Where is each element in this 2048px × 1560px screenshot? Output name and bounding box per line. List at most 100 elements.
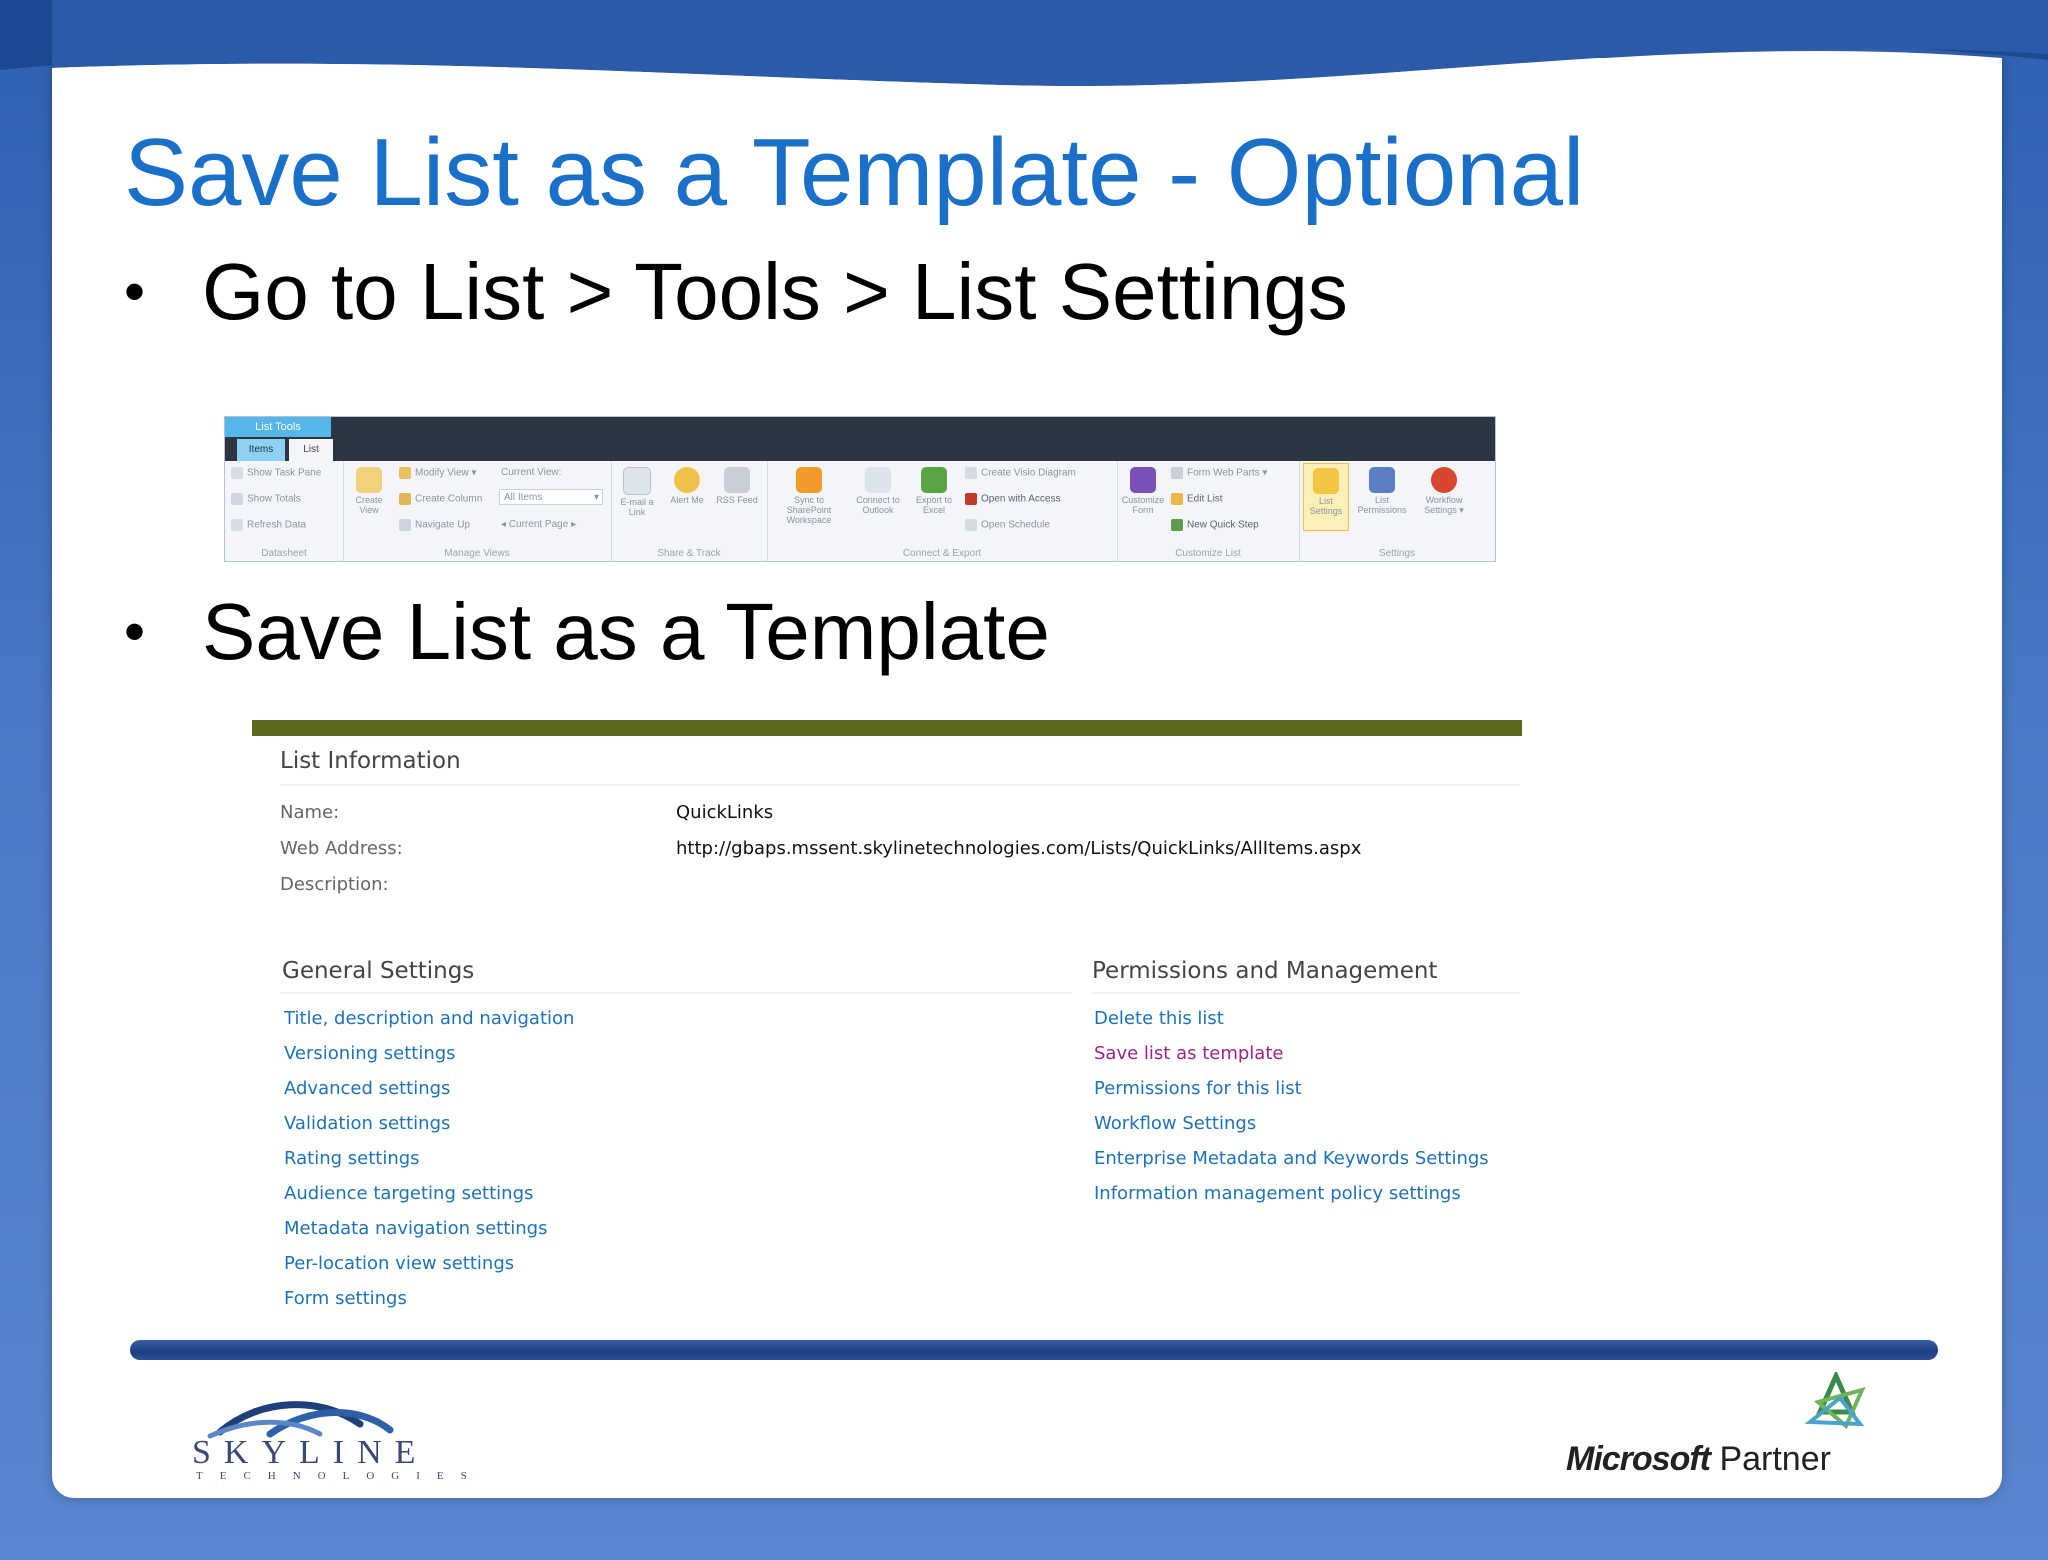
create-column-button[interactable]: Create Column xyxy=(399,493,482,505)
link-title-description-navigation[interactable]: Title, description and navigation xyxy=(284,1008,574,1029)
link-validation-settings[interactable]: Validation settings xyxy=(284,1113,450,1134)
open-with-access-button[interactable]: Open with Access xyxy=(965,493,1060,505)
connect-to-outlook-button[interactable]: Connect to Outlook xyxy=(851,463,905,515)
group-customize-list: Customize Form Form Web Parts ▾ Edit Lis… xyxy=(1117,461,1300,561)
skyline-wordmark: SKYLINE xyxy=(192,1434,429,1471)
link-per-location-view-settings[interactable]: Per-location view settings xyxy=(284,1253,514,1274)
sync-sharepoint-workspace-button[interactable]: Sync to SharePoint Workspace xyxy=(771,463,847,525)
web-address-value: http://gbaps.mssent.skylinetechnologies.… xyxy=(676,838,1362,859)
divider xyxy=(280,784,1520,786)
link-audience-targeting-settings[interactable]: Audience targeting settings xyxy=(284,1183,533,1204)
workflow-icon xyxy=(1431,467,1457,493)
refresh-icon xyxy=(231,519,243,531)
group-datasheet: Show Task Pane Show Totals Refresh Data … xyxy=(225,461,344,561)
create-view-button[interactable]: Create View xyxy=(347,463,391,515)
form-web-parts-button[interactable]: Form Web Parts ▾ xyxy=(1171,467,1267,479)
group-share-track: E-mail a Link Alert Me RSS Feed Share & … xyxy=(611,461,768,561)
bullet-dot: • xyxy=(124,598,146,666)
tab-list[interactable]: List xyxy=(289,439,333,461)
link-workflow-settings[interactable]: Workflow Settings xyxy=(1094,1113,1256,1134)
divider xyxy=(1092,992,1520,994)
tab-items[interactable]: Items xyxy=(237,439,285,461)
web-address-label: Web Address: xyxy=(280,838,403,859)
envelope-icon xyxy=(623,467,651,495)
link-form-settings[interactable]: Form settings xyxy=(284,1288,407,1309)
schedule-icon xyxy=(965,519,977,531)
link-information-management-policy[interactable]: Information management policy settings xyxy=(1094,1183,1461,1204)
task-pane-icon xyxy=(231,467,243,479)
create-visio-diagram-button[interactable]: Create Visio Diagram xyxy=(965,467,1076,479)
group-label-settings: Settings xyxy=(1378,548,1416,559)
bullet-text: Go to List > Tools > List Settings xyxy=(202,247,1348,336)
link-metadata-navigation-settings[interactable]: Metadata navigation settings xyxy=(284,1218,548,1239)
infopath-icon xyxy=(1130,467,1156,493)
access-icon xyxy=(965,493,977,505)
modify-view-icon xyxy=(399,467,411,479)
quick-step-icon xyxy=(1171,519,1183,531)
link-delete-this-list[interactable]: Delete this list xyxy=(1094,1008,1224,1029)
link-rating-settings[interactable]: Rating settings xyxy=(284,1148,420,1169)
email-link-button[interactable]: E-mail a Link xyxy=(615,463,659,517)
link-permissions-for-this-list[interactable]: Permissions for this list xyxy=(1094,1078,1302,1099)
totals-icon xyxy=(231,493,243,505)
list-settings-button[interactable]: List Settings xyxy=(1303,463,1349,531)
list-information-heading: List Information xyxy=(280,748,461,774)
create-column-icon xyxy=(399,493,411,505)
edit-list-button[interactable]: Edit List xyxy=(1171,493,1223,505)
microsoft-brand: Microsoft xyxy=(1566,1440,1711,1478)
context-tab-list-tools: List Tools xyxy=(225,417,331,437)
rss-icon xyxy=(724,467,750,493)
alert-me-button[interactable]: Alert Me xyxy=(665,463,709,505)
new-quick-step-button[interactable]: New Quick Step xyxy=(1171,519,1259,531)
visio-icon xyxy=(965,467,977,479)
current-page-pager[interactable]: ◂ Current Page ▸ xyxy=(501,519,576,530)
list-settings-page: List Information Name: QuickLinks Web Ad… xyxy=(252,720,1522,1320)
divider xyxy=(280,992,1072,994)
workflow-settings-button[interactable]: Workflow Settings ▾ xyxy=(1415,463,1473,515)
group-manage-views: Create View Modify View ▾ Create Column … xyxy=(343,461,612,561)
export-to-excel-button[interactable]: Export to Excel xyxy=(907,463,961,515)
navigate-up-button[interactable]: Navigate Up xyxy=(399,519,470,531)
sharepoint-workspace-icon xyxy=(796,467,822,493)
bell-icon xyxy=(674,467,700,493)
modify-view-button[interactable]: Modify View ▾ xyxy=(399,467,477,479)
header-accent-bar xyxy=(252,720,1522,736)
open-schedule-button[interactable]: Open Schedule xyxy=(965,519,1050,531)
outlook-icon xyxy=(865,467,891,493)
chevron-down-icon: ▾ xyxy=(593,492,599,503)
bullet-go-to-list-settings: • Go to List > Tools > List Settings xyxy=(124,246,1348,338)
ribbon-header-bar: List Tools Items List xyxy=(225,417,1495,461)
current-view-label: Current View: xyxy=(501,467,562,478)
customize-form-button[interactable]: Customize Form xyxy=(1121,463,1165,515)
permissions-management-heading: Permissions and Management xyxy=(1092,958,1438,984)
sharepoint-ribbon: List Tools Items List Show Task Pane Sho… xyxy=(224,416,1496,562)
rss-feed-button[interactable]: RSS Feed xyxy=(715,463,759,505)
create-view-icon xyxy=(356,467,382,493)
show-totals-button[interactable]: Show Totals xyxy=(231,493,301,505)
name-value: QuickLinks xyxy=(676,802,774,823)
excel-icon xyxy=(921,467,947,493)
link-enterprise-metadata-keywords[interactable]: Enterprise Metadata and Keywords Setting… xyxy=(1094,1148,1489,1169)
general-settings-heading: General Settings xyxy=(282,958,475,984)
group-label-connect-export: Connect & Export xyxy=(902,548,982,559)
group-label-customize-list: Customize List xyxy=(1175,548,1241,559)
description-label: Description: xyxy=(280,874,389,895)
refresh-data-button[interactable]: Refresh Data xyxy=(231,519,306,531)
bullet-save-list-as-template: • Save List as a Template xyxy=(124,586,1050,678)
list-permissions-button[interactable]: List Permissions xyxy=(1353,463,1411,515)
footer-bar xyxy=(130,1340,1938,1360)
navigate-up-icon xyxy=(399,519,411,531)
partner-label: Partner xyxy=(1719,1440,1831,1478)
show-task-pane-button[interactable]: Show Task Pane xyxy=(231,467,321,479)
edit-list-icon xyxy=(1171,493,1183,505)
link-save-list-as-template[interactable]: Save list as template xyxy=(1094,1043,1283,1064)
form-web-parts-icon xyxy=(1171,467,1183,479)
group-label-datasheet: Datasheet xyxy=(261,548,307,559)
link-advanced-settings[interactable]: Advanced settings xyxy=(284,1078,450,1099)
microsoft-partner-wordmark: Microsoft Partner xyxy=(1566,1440,1831,1479)
current-view-dropdown[interactable]: All Items ▾ xyxy=(499,489,603,505)
link-versioning-settings[interactable]: Versioning settings xyxy=(284,1043,456,1064)
group-label-share-track: Share & Track xyxy=(657,548,721,559)
skyline-tagline: TECHNOLOGIES xyxy=(196,1470,484,1482)
name-label: Name: xyxy=(280,802,340,823)
